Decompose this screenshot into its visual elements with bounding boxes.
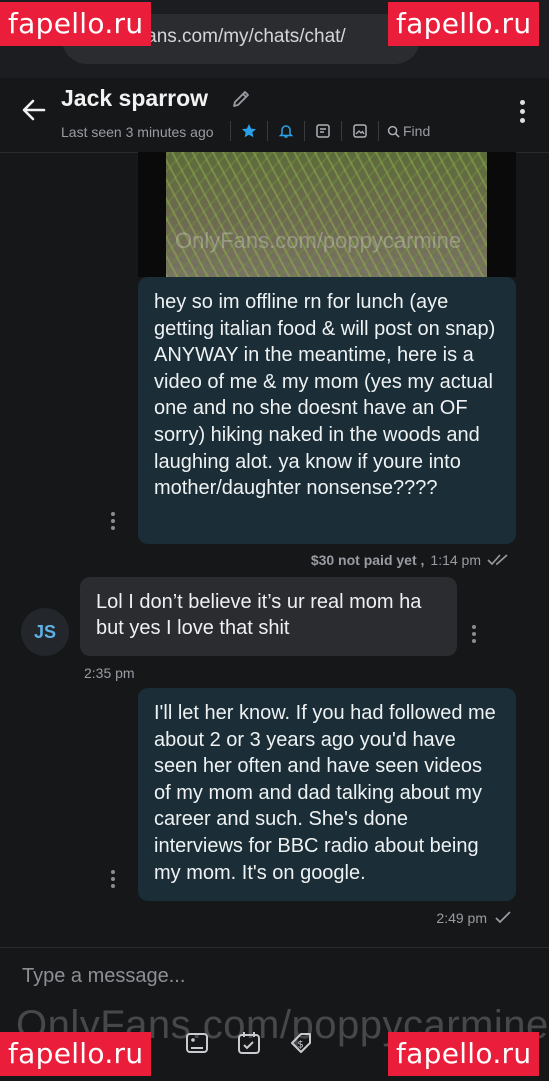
message-input[interactable]: Type a message... bbox=[22, 965, 185, 988]
message-options-icon[interactable] bbox=[110, 512, 116, 532]
media-photo bbox=[166, 152, 487, 277]
star-icon[interactable] bbox=[230, 121, 267, 141]
search-icon bbox=[387, 125, 400, 138]
price-status: $30 not paid yet , bbox=[310, 552, 425, 568]
find-button[interactable]: Find bbox=[378, 121, 438, 141]
watermark-badge-top-right: fapello.ru bbox=[388, 2, 540, 46]
bell-icon[interactable] bbox=[267, 121, 304, 141]
watermark-badge-top-left: fapello.ru bbox=[0, 2, 152, 46]
price-tag-icon[interactable]: $ bbox=[288, 1030, 314, 1056]
double-check-icon bbox=[487, 554, 508, 566]
message-meta: 2:49 pm bbox=[436, 910, 512, 926]
watermark-badge-bottom-right: fapello.ru bbox=[388, 1032, 540, 1076]
svg-text:$: $ bbox=[297, 1040, 303, 1051]
pencil-icon[interactable] bbox=[230, 88, 252, 110]
message-time: 2:35 pm bbox=[84, 665, 135, 681]
find-label: Find bbox=[403, 123, 431, 139]
check-icon bbox=[495, 911, 511, 924]
image-icon[interactable] bbox=[341, 121, 378, 141]
message-time: 1:14 pm bbox=[430, 552, 481, 568]
message-meta: $30 not paid yet , 1:14 pm bbox=[311, 552, 512, 568]
message-options-icon[interactable] bbox=[110, 870, 116, 890]
contact-name[interactable]: Jack sparrow bbox=[61, 85, 208, 112]
back-arrow-icon[interactable] bbox=[20, 96, 48, 124]
media-attachment[interactable] bbox=[138, 152, 516, 277]
chat-header: Jack sparrow Last seen 3 minutes ago Fin… bbox=[0, 78, 549, 153]
message-bubble-incoming: Lol I don’t believe it’s ur real mom ha … bbox=[80, 577, 457, 656]
checklist-icon[interactable] bbox=[236, 1030, 262, 1056]
image-icon[interactable] bbox=[184, 1030, 210, 1056]
header-icon-row: Find bbox=[230, 121, 438, 141]
last-seen-status: Last seen 3 minutes ago bbox=[61, 124, 214, 140]
message-time: 2:49 pm bbox=[436, 910, 487, 926]
note-icon[interactable] bbox=[304, 121, 341, 141]
more-options-icon[interactable] bbox=[517, 100, 527, 128]
avatar[interactable]: JS bbox=[21, 608, 69, 656]
message-bubble-outgoing: I'll let her know. If you had followed m… bbox=[138, 688, 516, 901]
message-bubble-outgoing: hey so im offline rn for lunch (aye gett… bbox=[138, 277, 516, 544]
message-options-icon[interactable] bbox=[471, 625, 477, 645]
media-watermark: OnlyFans.com/poppycarmine bbox=[175, 228, 462, 253]
watermark-badge-bottom-left: fapello.ru bbox=[0, 1032, 152, 1076]
